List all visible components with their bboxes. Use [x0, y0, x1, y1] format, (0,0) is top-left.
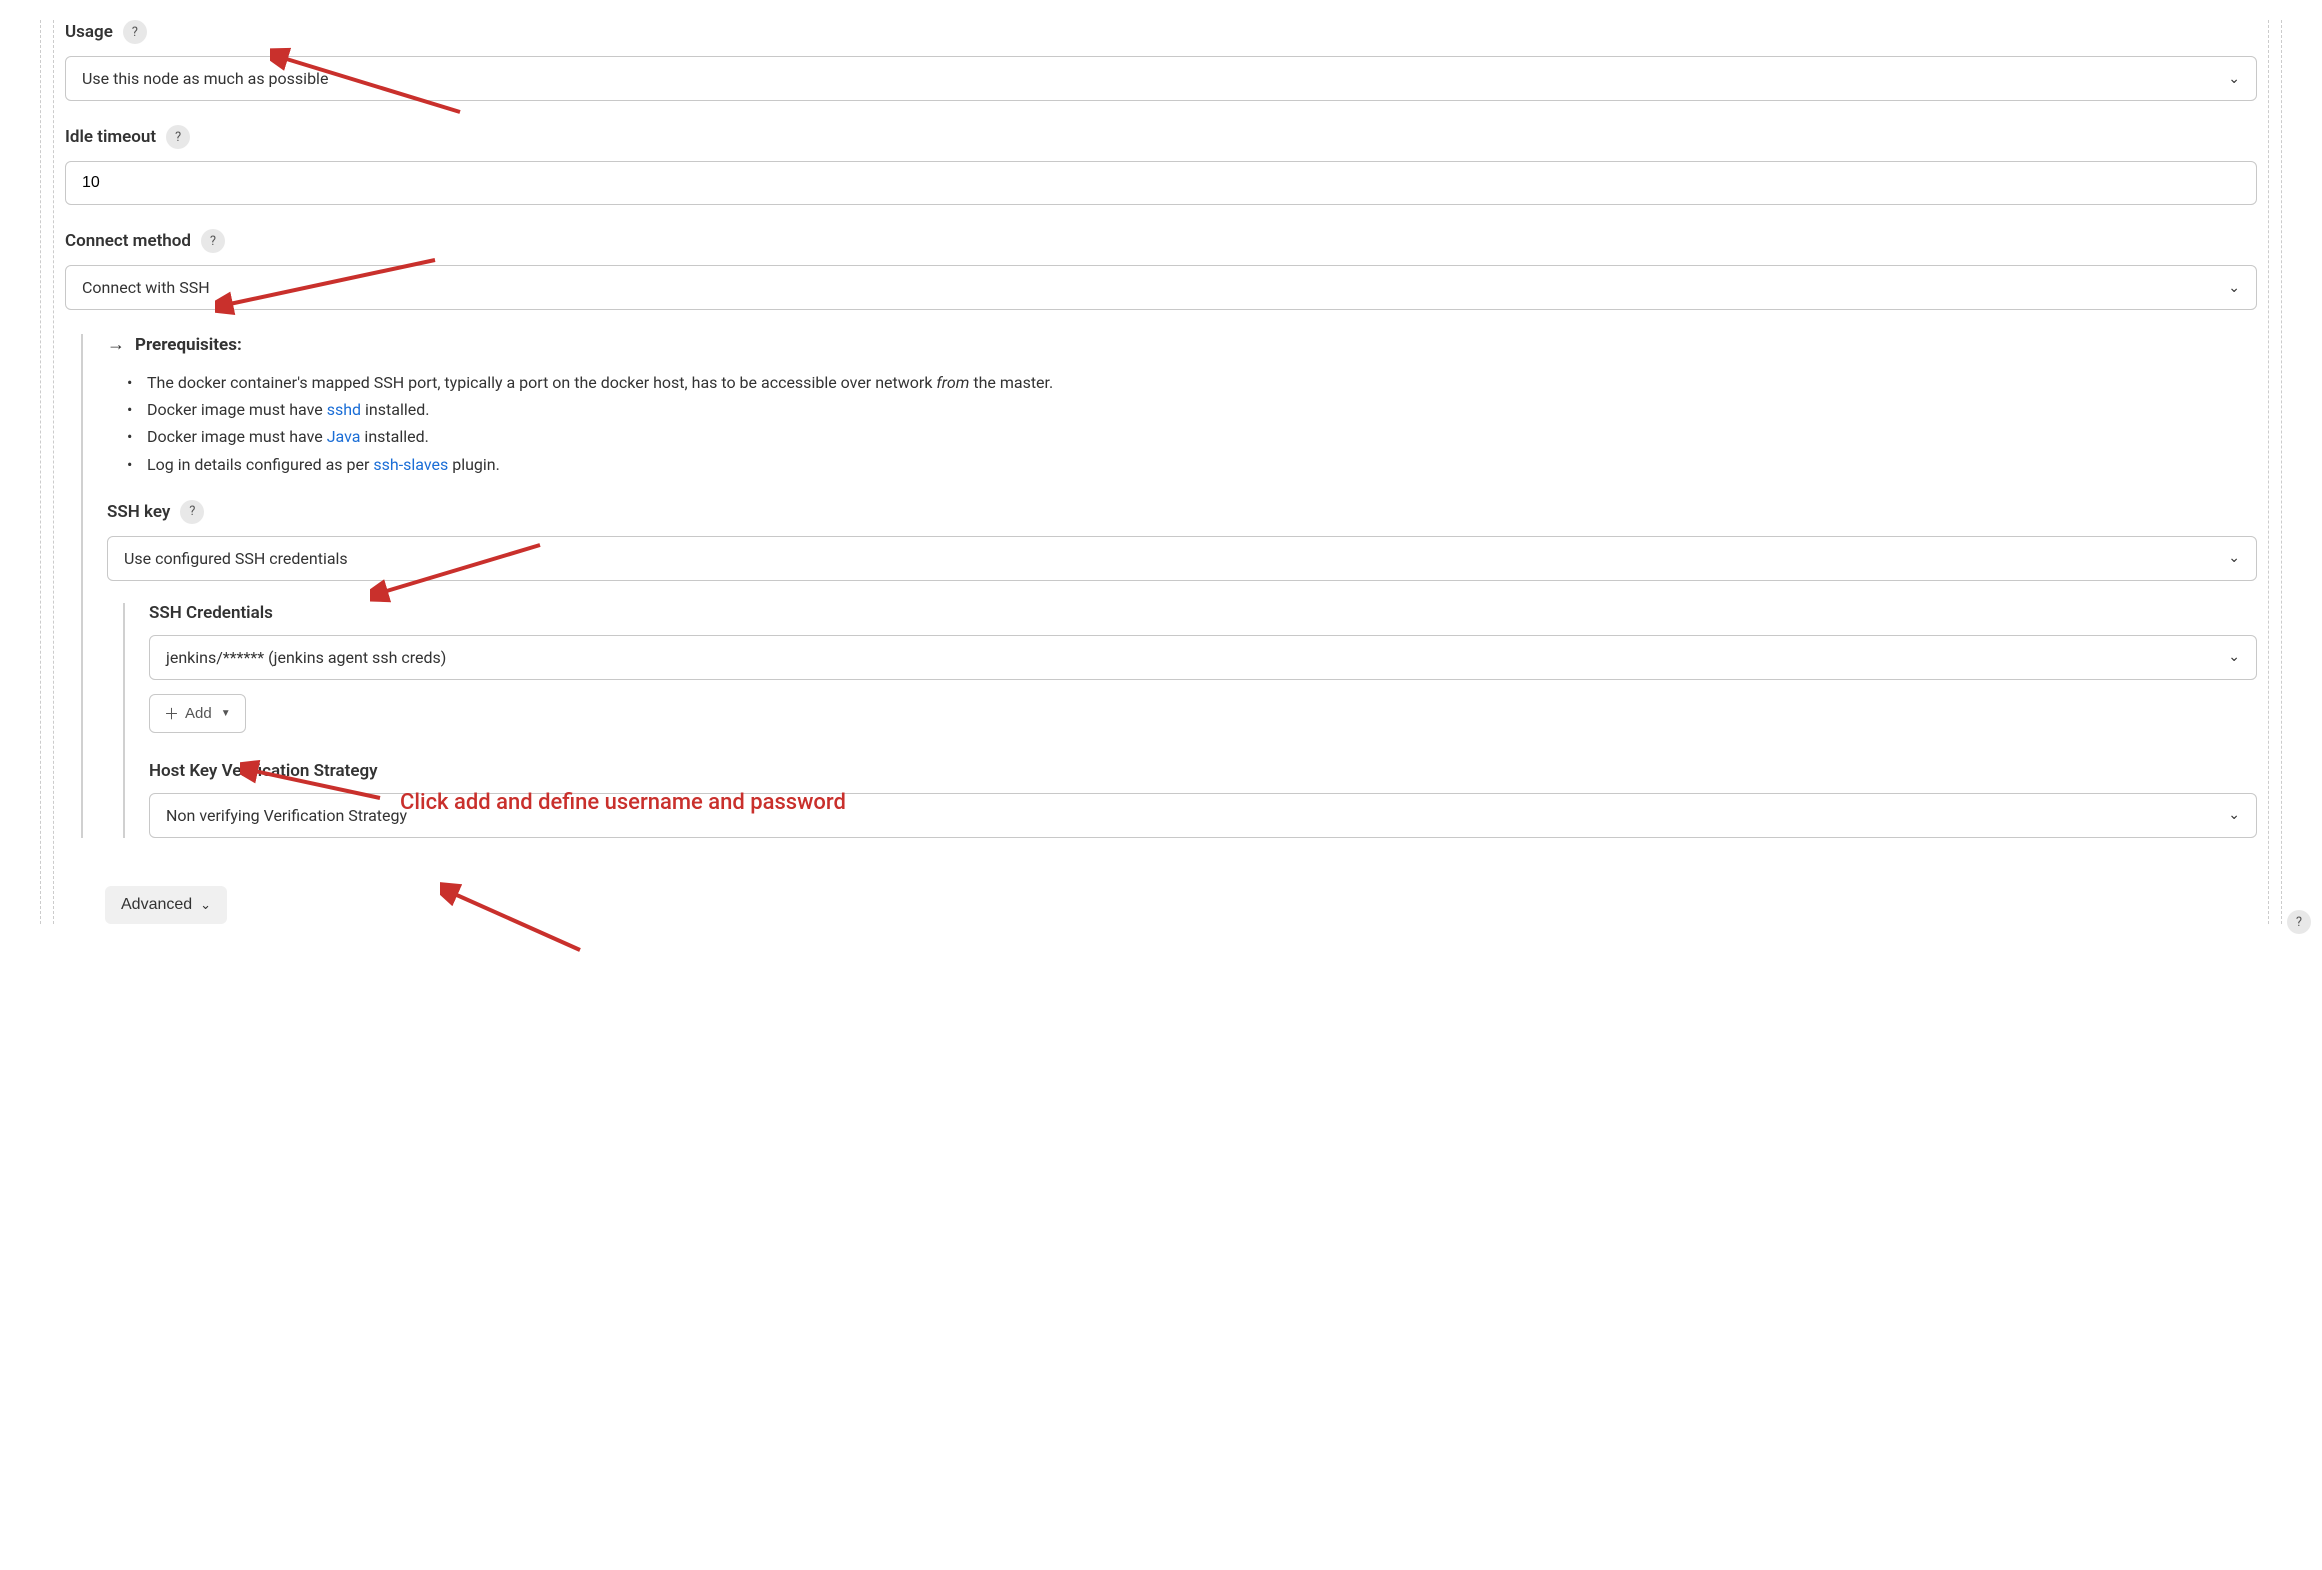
host-key-value: Non verifying Verification Strategy — [166, 806, 407, 825]
ssh-key-value: Use configured SSH credentials — [124, 549, 348, 568]
connect-method-label-row: Connect method ? — [65, 229, 2257, 253]
connect-method-subsection: → Prerequisites: The docker container's … — [81, 334, 2257, 838]
prereq-item: Log in details configured as per ssh-sla… — [127, 451, 2257, 478]
chevron-down-icon: ⌄ — [2228, 649, 2240, 665]
form-container: Usage ? Use this node as much as possibl… — [40, 20, 2282, 924]
idle-timeout-label: Idle timeout — [65, 127, 156, 147]
plus-icon: ＋ — [164, 703, 179, 724]
advanced-toggle[interactable]: Advanced ⌄ — [105, 886, 227, 924]
chevron-down-icon: ⌄ — [2228, 280, 2240, 296]
chevron-down-icon: ⌄ — [200, 897, 211, 913]
help-icon[interactable]: ? — [123, 20, 147, 44]
help-icon[interactable]: ? — [201, 229, 225, 253]
prereq-item: Docker image must have sshd installed. — [127, 396, 2257, 423]
help-icon[interactable]: ? — [180, 500, 204, 524]
chevron-down-icon: ⌄ — [2228, 807, 2240, 823]
host-key-label: Host Key Verification Strategy — [149, 761, 2257, 781]
idle-timeout-label-row: Idle timeout ? — [65, 125, 2257, 149]
prereq-item: Docker image must have Java installed. — [127, 423, 2257, 450]
java-link[interactable]: Java — [327, 427, 361, 446]
arrow-right-icon: → — [107, 334, 125, 355]
ssh-key-subsection: SSH Credentials jenkins/****** (jenkins … — [123, 603, 2257, 838]
floating-help-icon[interactable]: ? — [2287, 910, 2311, 934]
prerequisites-list: The docker container's mapped SSH port, … — [107, 369, 2257, 478]
decorative-border — [53, 20, 54, 924]
idle-timeout-field: Idle timeout ? — [65, 125, 2257, 205]
ssh-key-label-row: SSH key ? — [107, 500, 2257, 524]
ssh-credentials-select[interactable]: jenkins/****** (jenkins agent ssh creds)… — [149, 635, 2257, 680]
chevron-down-icon: ⌄ — [2228, 71, 2240, 87]
ssh-key-label: SSH key — [107, 502, 170, 522]
caret-down-icon: ▼ — [221, 708, 231, 719]
prerequisites-toggle[interactable]: → Prerequisites: — [107, 334, 2257, 355]
sshd-link[interactable]: sshd — [327, 400, 361, 419]
usage-field: Usage ? Use this node as much as possibl… — [65, 20, 2257, 101]
ssh-credentials-value: jenkins/****** (jenkins agent ssh creds) — [166, 648, 446, 667]
decorative-border — [2268, 20, 2269, 924]
prereq-item: The docker container's mapped SSH port, … — [127, 369, 2257, 396]
ssh-credentials-label: SSH Credentials — [149, 603, 2257, 623]
usage-label-row: Usage ? — [65, 20, 2257, 44]
prerequisites-heading: Prerequisites: — [135, 335, 242, 355]
add-label: Add — [185, 705, 212, 722]
usage-label: Usage — [65, 22, 113, 42]
connect-method-select[interactable]: Connect with SSH ⌄ — [65, 265, 2257, 310]
usage-value: Use this node as much as possible — [82, 69, 328, 88]
add-credentials-button[interactable]: ＋ Add ▼ — [149, 694, 246, 733]
connect-method-value: Connect with SSH — [82, 278, 210, 297]
connect-method-field: Connect method ? Connect with SSH ⌄ → Pr… — [65, 229, 2257, 838]
advanced-label: Advanced — [121, 896, 192, 914]
ssh-key-select[interactable]: Use configured SSH credentials ⌄ — [107, 536, 2257, 581]
host-key-select[interactable]: Non verifying Verification Strategy ⌄ — [149, 793, 2257, 838]
usage-select[interactable]: Use this node as much as possible ⌄ — [65, 56, 2257, 101]
help-icon[interactable]: ? — [166, 125, 190, 149]
connect-method-label: Connect method — [65, 231, 191, 251]
idle-timeout-input[interactable] — [65, 161, 2257, 205]
chevron-down-icon: ⌄ — [2228, 550, 2240, 566]
ssh-slaves-link[interactable]: ssh-slaves — [373, 455, 448, 474]
